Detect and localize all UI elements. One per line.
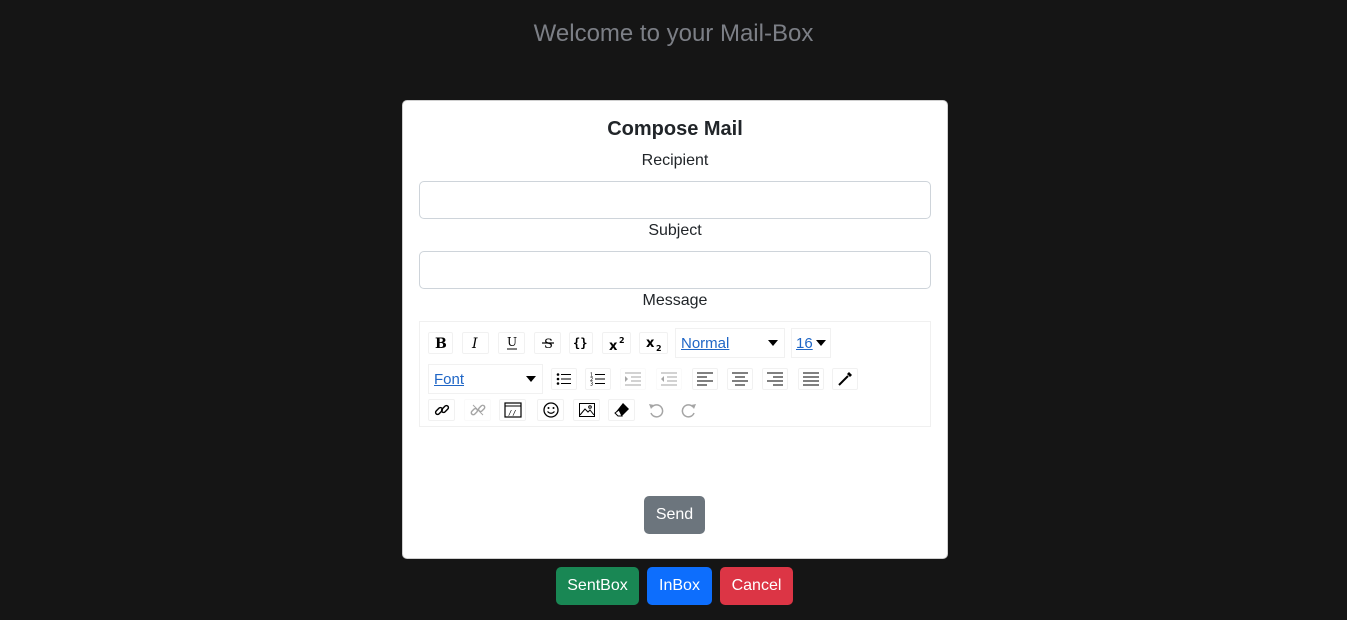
align-center-button[interactable] [727, 368, 753, 390]
svg-text:{}: {} [573, 336, 587, 350]
bold-icon: B [435, 336, 447, 350]
svg-text:x: x [646, 336, 655, 351]
subscript-button[interactable]: x2 [639, 332, 668, 354]
eraser-button[interactable] [608, 399, 635, 421]
svg-text:I: I [471, 336, 478, 350]
align-center-icon [732, 372, 748, 386]
code-button[interactable]: {} [569, 332, 593, 354]
recipient-input[interactable] [419, 181, 931, 219]
color-picker-button[interactable] [832, 368, 858, 390]
unlink-button[interactable] [464, 399, 491, 421]
font-size-value: 16 [796, 334, 813, 352]
unlink-icon [470, 404, 485, 416]
indent-icon [625, 372, 641, 386]
superscript-icon: x2 [609, 336, 625, 351]
underline-button[interactable]: U [498, 332, 525, 354]
align-left-icon [697, 372, 713, 386]
cancel-button[interactable]: Cancel [720, 567, 793, 605]
emoji-button[interactable] [537, 399, 564, 421]
italic-icon: I [471, 336, 478, 350]
ordered-list-icon: 123 [590, 373, 605, 387]
svg-text:2: 2 [656, 344, 662, 351]
recipient-label: Recipient [641, 152, 709, 169]
italic-button[interactable]: I [462, 332, 489, 354]
page-title: Welcome to your Mail-Box [533, 20, 814, 47]
ordered-list-button[interactable]: 123 [585, 368, 611, 390]
send-button[interactable]: Send [644, 496, 705, 534]
link-button[interactable] [428, 399, 455, 421]
subscript-icon: x2 [646, 336, 662, 351]
emoji-icon [542, 402, 559, 418]
link-icon [434, 404, 449, 416]
outdent-icon [661, 372, 677, 386]
bold-button[interactable]: B [428, 332, 453, 354]
chevron-down-icon [768, 340, 778, 346]
subject-input[interactable] [419, 251, 931, 289]
svg-text:U: U [507, 336, 517, 349]
chevron-down-icon [816, 340, 826, 346]
embed-button[interactable]: // [499, 399, 526, 421]
strikethrough-button[interactable]: S [534, 332, 561, 354]
compose-title: Compose Mail [607, 118, 743, 140]
code-icon: {} [573, 336, 587, 350]
block-type-value: Normal [681, 334, 730, 352]
font-size-dropdown[interactable]: 16 [791, 328, 831, 358]
font-family-value: Font [434, 370, 465, 388]
image-icon [578, 403, 595, 417]
undo-button[interactable] [644, 399, 668, 421]
undo-icon [649, 404, 664, 418]
unordered-list-button[interactable] [551, 368, 577, 390]
svg-text:3: 3 [590, 382, 593, 387]
align-justify-icon [803, 372, 819, 386]
align-justify-button[interactable] [798, 368, 824, 390]
svg-text:2: 2 [619, 336, 625, 345]
svg-text:B: B [435, 336, 447, 350]
chevron-down-icon [526, 376, 536, 382]
unordered-list-icon [556, 373, 571, 385]
sentbox-button[interactable]: SentBox [556, 567, 639, 605]
align-left-button[interactable] [692, 368, 718, 390]
inbox-button[interactable]: InBox [647, 567, 712, 605]
redo-icon [681, 404, 696, 418]
eraser-icon [613, 403, 629, 417]
font-family-dropdown[interactable]: Font [428, 364, 543, 394]
underline-icon: U [506, 336, 517, 350]
align-right-icon [767, 372, 783, 386]
color-picker-icon [838, 372, 852, 386]
embed-icon: // [503, 402, 522, 418]
indent-button[interactable] [620, 368, 646, 390]
align-right-button[interactable] [762, 368, 788, 390]
strikethrough-icon: S [541, 337, 554, 350]
image-button[interactable] [573, 399, 600, 421]
superscript-button[interactable]: x2 [602, 332, 631, 354]
message-label: Message [642, 292, 708, 309]
redo-button[interactable] [677, 399, 701, 421]
block-type-dropdown[interactable]: Normal [675, 328, 785, 358]
outdent-button[interactable] [656, 368, 682, 390]
svg-text://: // [508, 409, 516, 417]
svg-text:x: x [609, 339, 618, 351]
subject-label: Subject [648, 222, 702, 239]
